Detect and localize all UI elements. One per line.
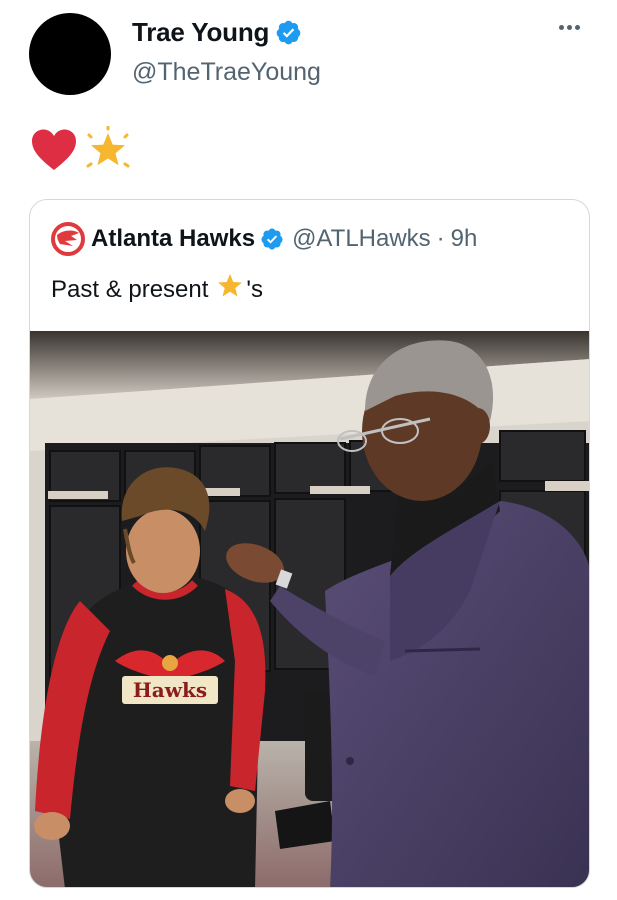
quoted-author-name[interactable]: Atlanta Hawks (91, 225, 255, 253)
more-dot (567, 24, 572, 30)
author-name-row: Trae Young (132, 17, 302, 48)
jersey-hawks-text: Hawks (133, 678, 207, 702)
quoted-verified-badge-icon (260, 227, 284, 251)
locker-room-photo-icon: Hawks (30, 331, 589, 887)
red-heart-icon (30, 128, 78, 177)
quoted-tweet-header: Atlanta Hawks @ATLHawks · 9h (51, 222, 477, 256)
hawks-logo-icon[interactable] (51, 222, 85, 256)
glowing-star-icon (84, 125, 132, 179)
header-separator: · (436, 225, 445, 252)
author-handle[interactable]: @TheTraeYoung (132, 58, 321, 87)
quoted-tweet-text: Past & present 's (51, 272, 263, 307)
star-emoji-icon (216, 272, 244, 307)
quoted-text-part: Past & present (51, 275, 209, 303)
quoted-author-handle[interactable]: @ATLHawks (292, 225, 431, 253)
more-dot (559, 24, 564, 30)
quoted-text-suffix: 's (246, 275, 264, 303)
author-display-name[interactable]: Trae Young (132, 17, 269, 48)
quoted-tweet-card[interactable]: Atlanta Hawks @ATLHawks · 9h Past & pres… (29, 199, 590, 888)
tweet-text (30, 125, 132, 179)
verified-badge-icon (275, 19, 302, 46)
quoted-tweet-timestamp[interactable]: 9h (451, 225, 478, 253)
author-avatar[interactable] (29, 13, 111, 95)
more-dot (575, 24, 580, 30)
quoted-tweet-photo[interactable]: Hawks (30, 331, 589, 887)
more-options-button[interactable] (559, 20, 587, 34)
